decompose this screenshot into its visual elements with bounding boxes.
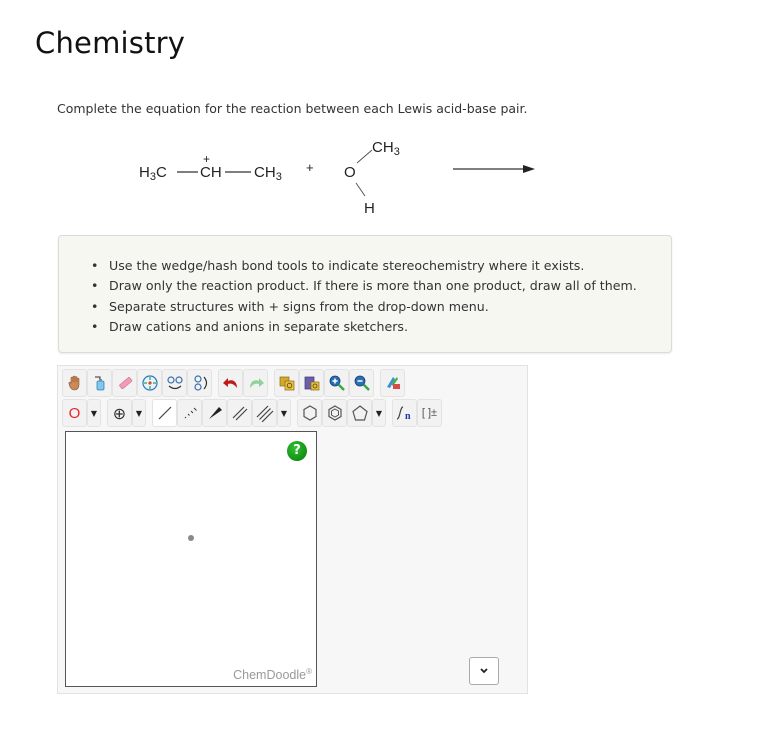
single-bond-icon <box>158 406 171 420</box>
flip-horizontal-icon <box>166 376 183 390</box>
center-button[interactable] <box>137 369 162 397</box>
clear-button[interactable] <box>87 369 112 397</box>
bracket-charge-label: [ ]± <box>421 407 438 419</box>
registered-mark: ® <box>306 666 312 676</box>
center-icon <box>141 375 158 391</box>
bracket-charge-button[interactable]: [ ]± <box>417 399 442 427</box>
branding-text: ChemDoodle <box>233 668 307 682</box>
eraser-button[interactable] <box>112 369 137 397</box>
repeat-unit-icon: n <box>396 406 411 422</box>
undo-button[interactable] <box>218 369 243 397</box>
chevron-down-icon <box>480 668 488 674</box>
methyl-group: CH3 <box>372 139 400 158</box>
atom-dropdown-button[interactable]: ▼ <box>87 399 101 427</box>
wedge-bond-icon <box>208 407 222 419</box>
repeat-n-label: n <box>405 411 411 422</box>
benzene-button[interactable] <box>322 399 347 427</box>
caret-down-icon: ▼ <box>90 408 98 418</box>
double-bond-button[interactable] <box>227 399 252 427</box>
hydrogen-atom: H <box>364 200 375 217</box>
h3c-text: H3C <box>139 164 167 183</box>
copy-icon <box>279 376 294 391</box>
ring-dropdown-button[interactable]: ▼ <box>372 399 386 427</box>
hand-tool-button[interactable] <box>62 369 87 397</box>
charge-dropdown-button[interactable]: ▼ <box>132 399 146 427</box>
reactant1-left-group: H3C <box>139 164 167 183</box>
cyclohexane-icon <box>302 405 317 421</box>
eraser-icon <box>118 377 132 390</box>
instruction-item: Use the wedge/hash bond tools to indicat… <box>91 256 637 277</box>
triple-bond-button[interactable] <box>252 399 277 427</box>
redo-button[interactable] <box>243 369 268 397</box>
repeat-unit-button[interactable]: n <box>392 399 417 427</box>
benzene-icon <box>327 405 342 421</box>
flip-horizontal-button[interactable] <box>162 369 187 397</box>
paste-icon <box>304 376 319 391</box>
reaction-arrow <box>453 165 535 173</box>
cursor-dot <box>188 535 194 541</box>
reactant1-center: CH <box>200 164 222 181</box>
bond-dropdown-button[interactable]: ▼ <box>277 399 291 427</box>
double-bond-icon <box>232 406 247 421</box>
reactant-carbocation: H3C CH + CH3 <box>139 152 282 183</box>
instructions-list: Use the wedge/hash bond tools to indicat… <box>91 256 637 338</box>
cyclopentane-icon <box>351 405 368 421</box>
instructions-box: Use the wedge/hash bond tools to indicat… <box>58 235 672 353</box>
paste-button[interactable] <box>299 369 324 397</box>
caret-down-icon: ▼ <box>135 408 143 418</box>
plus-sign: + <box>306 160 314 175</box>
oxygen-atom: O <box>344 164 356 181</box>
wedge-bond-button[interactable] <box>202 399 227 427</box>
drawing-canvas[interactable]: ? ChemDoodle® <box>65 431 317 687</box>
charge-button[interactable]: ⊕ <box>107 399 132 427</box>
instruction-item: Draw only the reaction product. If there… <box>91 276 637 297</box>
hand-icon <box>68 375 79 391</box>
bond-line <box>356 149 373 164</box>
hash-bond-button[interactable] <box>177 399 202 427</box>
instruction-item: Separate structures with + signs from th… <box>91 297 637 318</box>
chemdoodle-branding: ChemDoodle® <box>233 667 312 682</box>
copy-button[interactable] <box>274 369 299 397</box>
caret-down-icon: ▼ <box>280 408 288 418</box>
cyclopentane-button[interactable] <box>347 399 372 427</box>
reactant1-right-group: CH3 <box>254 164 282 183</box>
reactant-methanol: O CH3 H <box>344 139 400 217</box>
flip-vertical-button[interactable] <box>187 369 212 397</box>
undo-icon <box>222 378 237 388</box>
clean-icon <box>386 377 400 389</box>
help-button[interactable]: ? <box>287 441 307 461</box>
redo-icon <box>249 378 264 388</box>
toolbar-row-2: O ▼ ⊕ ▼ ▼ ▼ n []± <box>62 399 442 427</box>
flip-vertical-icon <box>193 375 207 391</box>
wash-bottle-icon <box>94 376 104 391</box>
positive-charge: + <box>203 152 210 166</box>
ch3-text: CH3 <box>254 164 282 183</box>
triple-bond-icon <box>256 405 273 422</box>
zoom-out-button[interactable] <box>349 369 374 397</box>
clean-button[interactable] <box>380 369 405 397</box>
atom-label: O <box>68 404 81 422</box>
toolbar-row-1 <box>62 369 405 397</box>
atom-label-button[interactable]: O <box>62 399 87 427</box>
single-bond-button[interactable] <box>152 399 177 427</box>
chemdoodle-sketcher: O ▼ ⊕ ▼ ▼ ▼ n []± ? ChemDoodle® <box>57 365 528 694</box>
cyclohexane-button[interactable] <box>297 399 322 427</box>
zoom-out-icon <box>354 375 370 391</box>
zoom-in-button[interactable] <box>324 369 349 397</box>
zoom-in-icon <box>329 375 345 391</box>
instruction-item: Draw cations and anions in separate sket… <box>91 317 637 338</box>
reaction-equation: H3C CH + CH3 + O CH3 H <box>120 130 560 230</box>
page-title: Chemistry <box>35 26 186 60</box>
plus-sign-select[interactable] <box>469 657 499 685</box>
charge-plus-icon: ⊕ <box>112 403 127 423</box>
bond-line <box>355 182 366 197</box>
caret-down-icon: ▼ <box>375 408 383 418</box>
question-prompt: Complete the equation for the reaction b… <box>57 101 528 116</box>
hash-bond-icon <box>184 407 197 419</box>
